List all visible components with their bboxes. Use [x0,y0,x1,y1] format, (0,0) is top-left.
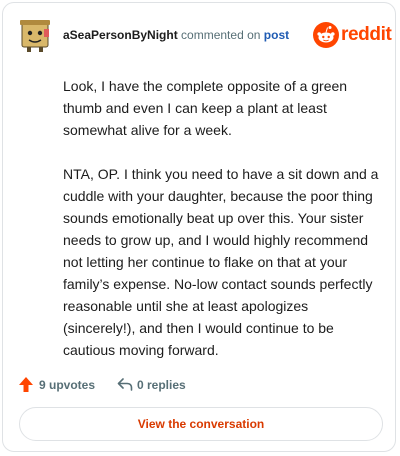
comment-embed-card: aSeaPersonByNight commented on post redd… [2,2,396,452]
comment-body: Look, I have the complete opposite of a … [63,75,379,383]
replies-button[interactable]: 0 replies [117,375,207,395]
action-text: commented on [181,28,261,42]
avatar[interactable] [19,17,51,53]
comment-meta: aSeaPersonByNight commented on post [63,28,289,42]
view-conversation-button[interactable]: View the conversation [19,407,383,441]
author-username[interactable]: aSeaPersonByNight [63,28,178,42]
comment-paragraph-2: NTA, OP. I think you need to have a sit … [63,166,379,358]
reply-count: 0 replies [137,378,186,392]
upvote-count: 9 upvotes [39,378,96,392]
reddit-snoo-icon [313,22,339,48]
upvote-button[interactable]: 9 upvotes [19,375,109,395]
reddit-wordmark: reddit [341,24,392,45]
post-link[interactable]: post [264,28,289,42]
comment-header: aSeaPersonByNight commented on post redd… [3,3,397,65]
reply-arrow-icon [117,378,133,391]
reddit-logo[interactable]: reddit [313,21,392,49]
upvote-arrow-icon [19,377,33,392]
comment-paragraph-1: Look, I have the complete opposite of a … [63,78,348,138]
